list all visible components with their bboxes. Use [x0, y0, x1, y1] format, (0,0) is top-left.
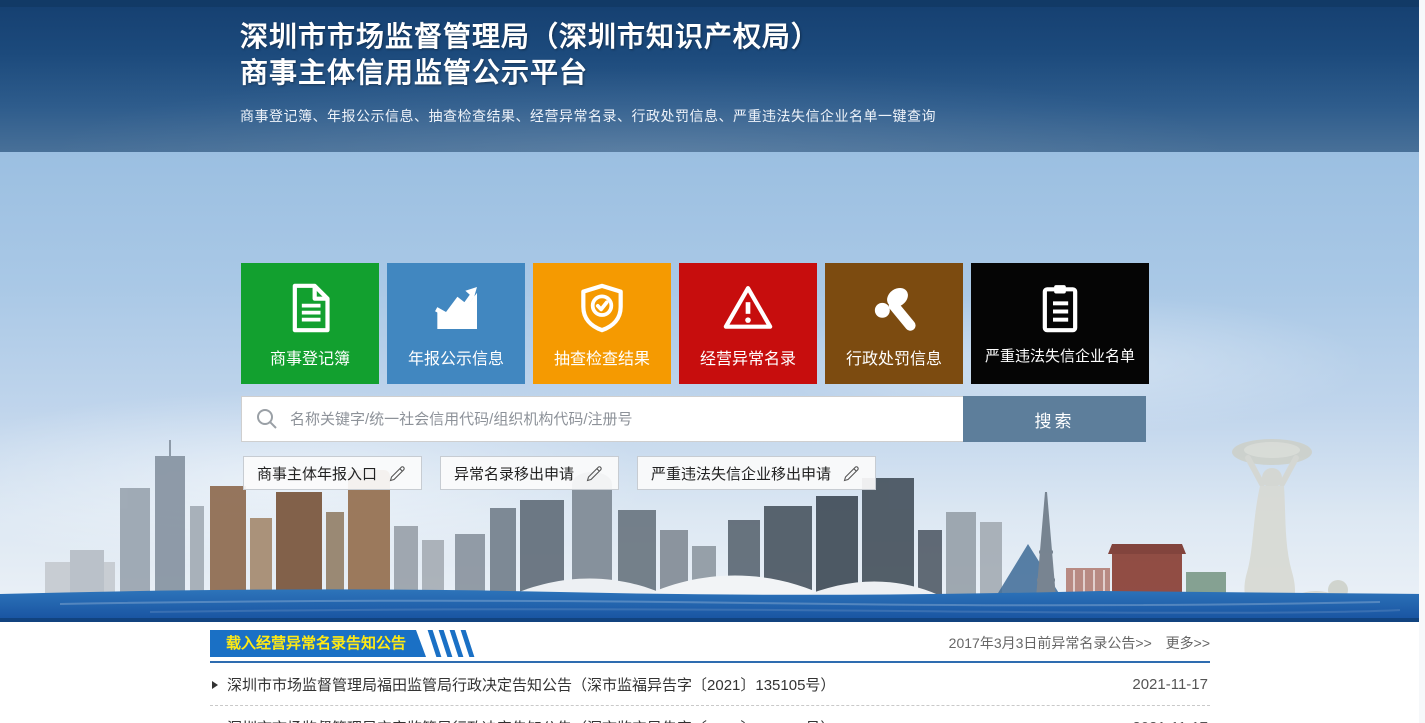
announcement-header: 载入经营异常名录告知公告 2017年3月3日前异常名录公告>> 更多>> — [210, 630, 1210, 663]
annual-report-entry-link[interactable]: 商事主体年报入口 — [243, 456, 422, 490]
search-input[interactable] — [241, 396, 963, 442]
search-bar: 搜索 — [241, 396, 1146, 442]
penalty-gavel-icon — [866, 280, 922, 336]
announcement-date: 2021-11-17 — [1132, 676, 1208, 693]
pencil-icon — [842, 463, 862, 483]
more-link[interactable]: 更多>> — [1166, 635, 1210, 651]
tile-blacklist[interactable]: 严重违法失信企业名单 — [971, 263, 1149, 384]
quick-link-label: 严重违法失信企业移出申请 — [651, 463, 831, 484]
statue-silhouette — [1232, 439, 1348, 617]
pre2017-announcements-link[interactable]: 2017年3月3日前异常名录公告>> — [949, 635, 1152, 651]
section-title: 载入经营异常名录告知公告 — [210, 630, 426, 657]
pencil-icon — [388, 463, 408, 483]
tile-business-register[interactable]: 商事登记簿 — [241, 263, 379, 384]
site-title-line1: 深圳市市场监督管理局（深圳市知识产权局） — [240, 20, 936, 56]
badge-stripe — [461, 630, 475, 657]
blacklist-removal-apply-link[interactable]: 严重违法失信企业移出申请 — [637, 456, 876, 490]
annual-report-chart-icon — [428, 280, 484, 336]
tile-label: 抽查检查结果 — [554, 345, 650, 369]
tile-annual-report[interactable]: 年报公示信息 — [387, 263, 525, 384]
tile-label: 年报公示信息 — [408, 345, 504, 369]
vertical-scrollbar[interactable] — [1419, 0, 1425, 723]
page: 深圳市市场监督管理局（深圳市知识产权局） 商事主体信用监管公示平台 商事登记簿、… — [0, 0, 1425, 723]
quick-link-label: 商事主体年报入口 — [257, 463, 377, 484]
header: 深圳市市场监督管理局（深圳市知识产权局） 商事主体信用监管公示平台 商事登记簿、… — [240, 20, 936, 126]
site-subtitle: 商事登记簿、年报公示信息、抽查检查结果、经营异常名录、行政处罚信息、严重违法失信… — [240, 106, 936, 126]
announcement-link[interactable]: 深圳市市场监督管理局福田监管局行政决定告知公告（深市监福异告字〔2021〕135… — [212, 674, 835, 695]
tile-label: 严重违法失信企业名单 — [985, 345, 1135, 366]
announcement-title: 深圳市市场监督管理局宝安监管局行政决定告知公告（深市监宝异告字〔2021〕191… — [227, 717, 835, 723]
city-skyline-image — [0, 422, 1425, 622]
announcement-link[interactable]: 深圳市市场监督管理局宝安监管局行政决定告知公告（深市监宝异告字〔2021〕191… — [212, 717, 835, 723]
site-title-line2: 商事主体信用监管公示平台 — [240, 56, 936, 92]
tile-label: 行政处罚信息 — [846, 345, 942, 369]
quick-link-label: 异常名录移出申请 — [454, 463, 574, 484]
feature-tiles: 商事登记簿 年报公示信息 抽查检查结果 经营异常名录 — [241, 263, 1149, 384]
blacklist-clipboard-icon — [1032, 280, 1088, 336]
tile-penalty-info[interactable]: 行政处罚信息 — [825, 263, 963, 384]
tile-inspection-results[interactable]: 抽查检查结果 — [533, 263, 671, 384]
pencil-icon — [585, 463, 605, 483]
announcement-row: 深圳市市场监督管理局宝安监管局行政决定告知公告（深市监宝异告字〔2021〕191… — [210, 706, 1210, 723]
inspection-shield-icon — [574, 280, 630, 336]
top-border-strip — [0, 0, 1425, 7]
abnormal-warning-icon — [720, 280, 776, 336]
quick-links: 商事主体年报入口 异常名录移出申请 严重违法失信企业移出申请 — [243, 456, 876, 490]
announcement-row: 深圳市市场监督管理局福田监管局行政决定告知公告（深市监福异告字〔2021〕135… — [210, 663, 1210, 706]
search-icon — [255, 407, 279, 431]
announcement-title: 深圳市市场监督管理局福田监管局行政决定告知公告（深市监福异告字〔2021〕135… — [227, 674, 835, 695]
section-badge: 载入经营异常名录告知公告 — [210, 630, 470, 657]
abnormal-removal-apply-link[interactable]: 异常名录移出申请 — [440, 456, 619, 490]
register-book-icon — [282, 280, 338, 336]
tile-abnormal-list[interactable]: 经营异常名录 — [679, 263, 817, 384]
bullet-triangle-icon — [212, 681, 218, 689]
tile-label: 商事登记簿 — [270, 345, 350, 369]
announcement-section: 载入经营异常名录告知公告 2017年3月3日前异常名录公告>> 更多>> 深圳市… — [210, 630, 1210, 723]
tile-label: 经营异常名录 — [700, 345, 796, 369]
hero-background — [0, 152, 1425, 622]
search-button[interactable]: 搜索 — [963, 396, 1146, 442]
announcement-date: 2021-11-17 — [1132, 719, 1208, 723]
